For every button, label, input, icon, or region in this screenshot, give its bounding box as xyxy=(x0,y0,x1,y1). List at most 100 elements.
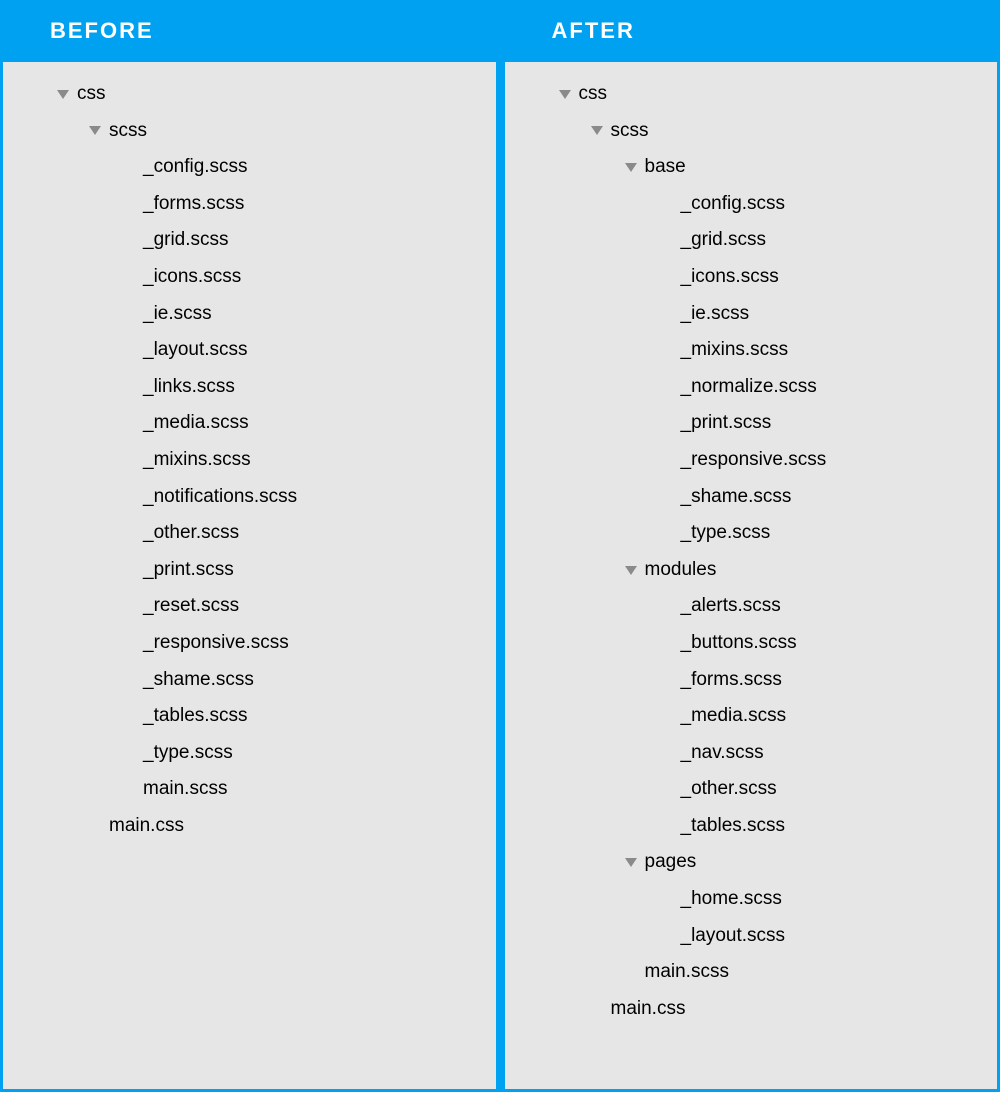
file-label: main.scss xyxy=(645,959,729,986)
file-label: _shame.scss xyxy=(681,484,792,511)
file-label: _nav.scss xyxy=(681,740,764,767)
folder-label: css xyxy=(77,81,106,108)
tree-file[interactable]: _media.scss xyxy=(515,698,988,735)
tree-folder[interactable]: css xyxy=(13,76,486,113)
tree-folder[interactable]: pages xyxy=(515,844,988,881)
file-label: _ie.scss xyxy=(143,301,212,328)
file-label: _grid.scss xyxy=(143,227,229,254)
file-label: _home.scss xyxy=(681,886,782,913)
tree-file[interactable]: _responsive.scss xyxy=(13,625,486,662)
folder-label: scss xyxy=(611,118,649,145)
file-label: _responsive.scss xyxy=(143,630,289,657)
tree-file[interactable]: _icons.scss xyxy=(13,259,486,296)
file-label: _media.scss xyxy=(143,410,249,437)
file-label: _reset.scss xyxy=(143,593,239,620)
tree-file[interactable]: _home.scss xyxy=(515,881,988,918)
disclosure-triangle-icon[interactable] xyxy=(89,126,101,135)
file-label: _print.scss xyxy=(681,410,772,437)
tree-file[interactable]: main.css xyxy=(13,808,486,845)
file-label: _forms.scss xyxy=(143,191,244,218)
tree-file[interactable]: _tables.scss xyxy=(515,808,988,845)
tree-folder[interactable]: base xyxy=(515,149,988,186)
before-panel: BEFORE cssscss _config.scss _forms.scss _gr… xyxy=(0,0,502,1092)
tree-file[interactable]: _layout.scss xyxy=(13,332,486,369)
tree-file[interactable]: _grid.scss xyxy=(515,222,988,259)
tree-file[interactable]: _tables.scss xyxy=(13,698,486,735)
tree-file[interactable]: _mixins.scss xyxy=(515,332,988,369)
file-label: _normalize.scss xyxy=(681,374,817,401)
file-label: _tables.scss xyxy=(143,703,248,730)
before-header: BEFORE xyxy=(0,0,499,62)
tree-folder[interactable]: scss xyxy=(13,113,486,150)
tree-file[interactable]: _nav.scss xyxy=(515,735,988,772)
before-title: BEFORE xyxy=(50,18,154,43)
file-label: _type.scss xyxy=(143,740,233,767)
tree-file[interactable]: _type.scss xyxy=(515,515,988,552)
tree-file[interactable]: _forms.scss xyxy=(515,662,988,699)
after-file-tree: cssscss base _config.scss _grid.scss _icons.… xyxy=(515,76,988,1027)
after-title: AFTER xyxy=(552,18,635,43)
tree-file[interactable]: _responsive.scss xyxy=(515,442,988,479)
tree-file[interactable]: _other.scss xyxy=(515,771,988,808)
after-panel: AFTER cssscss base _config.scss _grid.scss _… xyxy=(502,0,1000,1092)
file-label: _links.scss xyxy=(143,374,235,401)
file-label: _mixins.scss xyxy=(681,337,789,364)
file-label: main.css xyxy=(611,996,686,1023)
folder-label: base xyxy=(645,154,686,181)
tree-file[interactable]: _mixins.scss xyxy=(13,442,486,479)
file-label: main.css xyxy=(109,813,184,840)
folder-label: css xyxy=(579,81,608,108)
tree-folder[interactable]: css xyxy=(515,76,988,113)
after-header: AFTER xyxy=(502,0,1000,62)
tree-file[interactable]: _print.scss xyxy=(13,552,486,589)
tree-file[interactable]: _shame.scss xyxy=(515,479,988,516)
file-label: _mixins.scss xyxy=(143,447,251,474)
file-label: _print.scss xyxy=(143,557,234,584)
tree-file[interactable]: _grid.scss xyxy=(13,222,486,259)
tree-file[interactable]: _ie.scss xyxy=(515,296,988,333)
disclosure-triangle-icon[interactable] xyxy=(625,858,637,867)
tree-folder[interactable]: modules xyxy=(515,552,988,589)
file-label: _buttons.scss xyxy=(681,630,797,657)
file-label: _media.scss xyxy=(681,703,787,730)
tree-file[interactable]: _other.scss xyxy=(13,515,486,552)
tree-file[interactable]: _print.scss xyxy=(515,405,988,442)
tree-file[interactable]: _icons.scss xyxy=(515,259,988,296)
file-label: _type.scss xyxy=(681,520,771,547)
tree-file[interactable]: _shame.scss xyxy=(13,662,486,699)
tree-file[interactable]: _notifications.scss xyxy=(13,479,486,516)
tree-file[interactable]: _config.scss xyxy=(515,186,988,223)
tree-file[interactable]: main.scss xyxy=(13,771,486,808)
file-label: _layout.scss xyxy=(143,337,248,364)
file-label: _icons.scss xyxy=(143,264,241,291)
disclosure-triangle-icon[interactable] xyxy=(559,90,571,99)
tree-file[interactable]: _normalize.scss xyxy=(515,369,988,406)
file-label: main.scss xyxy=(143,776,227,803)
file-label: _ie.scss xyxy=(681,301,750,328)
file-label: _config.scss xyxy=(681,191,786,218)
file-label: _other.scss xyxy=(681,776,777,803)
disclosure-triangle-icon[interactable] xyxy=(591,126,603,135)
tree-file[interactable]: _layout.scss xyxy=(515,918,988,955)
folder-label: pages xyxy=(645,849,697,876)
file-label: _other.scss xyxy=(143,520,239,547)
tree-file[interactable]: _buttons.scss xyxy=(515,625,988,662)
disclosure-triangle-icon[interactable] xyxy=(57,90,69,99)
disclosure-triangle-icon[interactable] xyxy=(625,163,637,172)
tree-file[interactable]: _type.scss xyxy=(13,735,486,772)
file-label: _forms.scss xyxy=(681,667,782,694)
tree-folder[interactable]: scss xyxy=(515,113,988,150)
tree-file[interactable]: _reset.scss xyxy=(13,588,486,625)
tree-file[interactable]: _alerts.scss xyxy=(515,588,988,625)
tree-file[interactable]: main.scss xyxy=(515,954,988,991)
tree-file[interactable]: _links.scss xyxy=(13,369,486,406)
disclosure-triangle-icon[interactable] xyxy=(625,566,637,575)
file-label: _layout.scss xyxy=(681,923,786,950)
folder-label: scss xyxy=(109,118,147,145)
tree-file[interactable]: _ie.scss xyxy=(13,296,486,333)
tree-file[interactable]: _media.scss xyxy=(13,405,486,442)
tree-file[interactable]: main.css xyxy=(515,991,988,1028)
file-label: _grid.scss xyxy=(681,227,767,254)
tree-file[interactable]: _forms.scss xyxy=(13,186,486,223)
tree-file[interactable]: _config.scss xyxy=(13,149,486,186)
